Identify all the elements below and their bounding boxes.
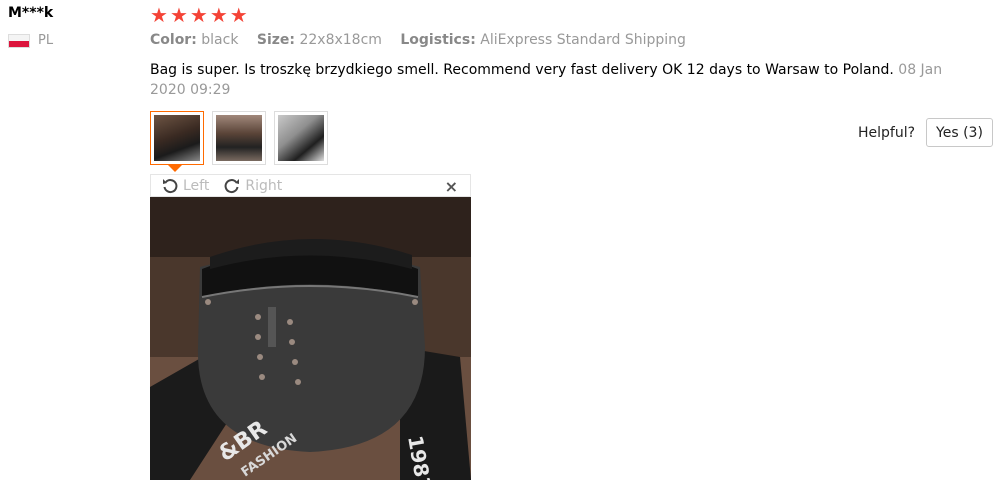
helpful-label: Helpful?: [858, 125, 916, 141]
rotate-right-label: Right: [245, 177, 283, 194]
poland-flag-icon: [8, 33, 30, 48]
size-value: 22x8x18cm: [299, 32, 382, 48]
helpful-yes-button[interactable]: Yes (3): [926, 118, 993, 147]
color-label: Color:: [150, 32, 197, 48]
rotate-right-icon: [224, 178, 240, 193]
logistics-label: Logistics:: [400, 32, 476, 48]
color-value: black: [201, 32, 239, 48]
rotate-left-button[interactable]: Left: [161, 177, 209, 195]
reviewer-name: M***k: [8, 5, 54, 21]
close-viewer-icon[interactable]: ×: [445, 177, 458, 196]
photo-viewer-toolbar: Left Right ×: [150, 174, 471, 197]
size-label: Size:: [256, 32, 296, 48]
rotate-left-icon: [163, 178, 178, 193]
star-icon: ★: [229, 3, 248, 27]
review-photo-thumbnail-1[interactable]: [150, 111, 204, 165]
review-photo-large: &BR FASHION 1981: [150, 197, 471, 480]
rotate-left-label: Left: [183, 177, 210, 194]
reviewer-country: PL: [8, 33, 53, 48]
star-icon: ★: [209, 3, 228, 27]
review-photo-thumbnails: [150, 111, 328, 165]
star-icon: ★: [189, 3, 208, 27]
order-attributes: Color: black Size: 22x8x18cm Logistics: …: [150, 32, 700, 48]
review-body: Bag is super. Is troszkę brzydkiego smel…: [150, 60, 980, 100]
star-icon: ★: [150, 3, 168, 27]
country-code: PL: [38, 33, 54, 48]
active-thumbnail-caret-icon: [168, 165, 182, 172]
review-photo-thumbnail-3[interactable]: [274, 111, 328, 165]
logistics-value: AliExpress Standard Shipping: [480, 32, 686, 48]
bag-photo-illustration: &BR FASHION 1981: [150, 197, 471, 480]
star-rating: ★ ★ ★ ★ ★: [150, 3, 248, 27]
review-text: Bag is super. Is troszkę brzydkiego smel…: [150, 62, 894, 78]
rotate-right-button[interactable]: Right: [223, 177, 282, 195]
review-photo-thumbnail-2[interactable]: [212, 111, 266, 165]
star-icon: ★: [169, 3, 188, 27]
